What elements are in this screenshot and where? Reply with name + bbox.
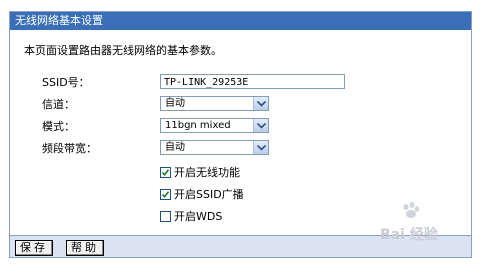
mode-select-value: 11bgn mixed [165, 120, 231, 131]
enable-wireless-option[interactable]: 开启无线功能 [160, 164, 240, 180]
help-button[interactable]: 帮助 [66, 240, 104, 256]
ssid-input[interactable]: TP-LINK_29253E [160, 74, 345, 89]
chevron-down-icon[interactable] [253, 141, 268, 154]
wds-label: 开启WDS [174, 210, 223, 223]
channel-select-value: 自动 [165, 98, 185, 109]
enable-wireless-checkbox[interactable] [160, 166, 171, 178]
ssid-broadcast-label: 开启SSID广播 [174, 188, 244, 201]
window-title: 无线网络基本设置 [10, 12, 471, 30]
chevron-down-icon[interactable] [253, 97, 268, 110]
paw-icon [403, 202, 420, 218]
save-button[interactable]: 保存 [15, 240, 53, 256]
ssid-broadcast-option[interactable]: 开启SSID广播 [160, 186, 244, 202]
channel-select[interactable]: 自动 [160, 96, 269, 111]
ssid-broadcast-checkbox[interactable] [160, 188, 171, 200]
wds-checkbox[interactable] [160, 210, 171, 222]
mode-label: 模式： [42, 120, 75, 133]
ssid-label: SSID号： [42, 76, 90, 89]
bandwidth-label: 频段带宽： [42, 142, 97, 155]
channel-label: 信道： [42, 98, 75, 111]
mode-select[interactable]: 11bgn mixed [160, 118, 269, 133]
bandwidth-select-value: 自动 [165, 142, 185, 153]
watermark-text: Bai 经验 [380, 227, 438, 243]
baidu-watermark: Bai 经验 [380, 202, 464, 244]
bandwidth-select[interactable]: 自动 [160, 140, 269, 155]
intro-text: 本页面设置路由器无线网络的基本参数。 [24, 44, 222, 57]
enable-wireless-label: 开启无线功能 [174, 166, 240, 179]
chevron-down-icon[interactable] [253, 119, 268, 132]
wds-option[interactable]: 开启WDS [160, 208, 222, 224]
